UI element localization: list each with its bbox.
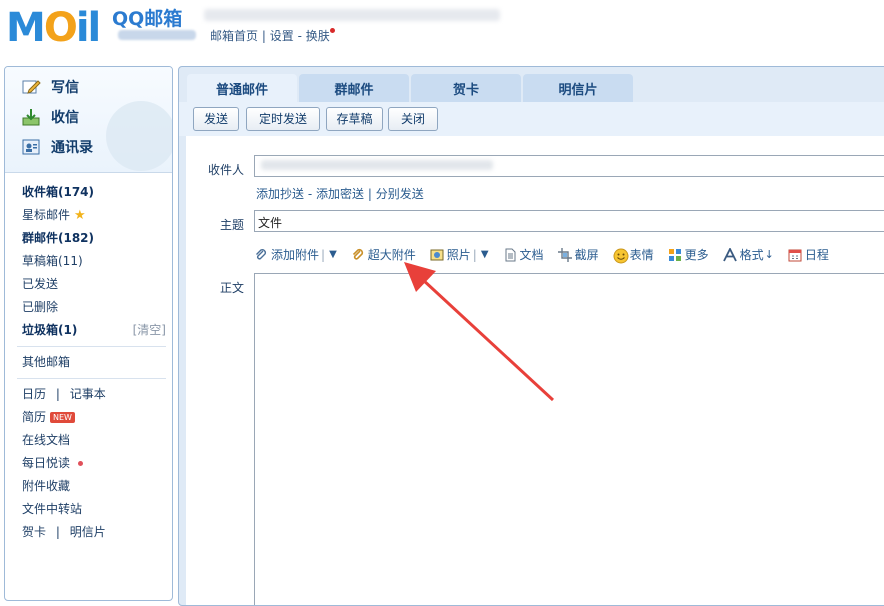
link-settings[interactable]: 设置: [270, 29, 294, 43]
folder-group[interactable]: 群邮件(182): [5, 227, 172, 250]
link-mail-home[interactable]: 邮箱首页: [210, 29, 258, 43]
emoji-icon: [613, 248, 629, 263]
link-attachment-fav[interactable]: 附件收藏: [5, 475, 172, 498]
paperclip-icon: [254, 248, 268, 262]
top-links: 邮箱首页 | 设置 - 换肤: [210, 27, 335, 44]
receive-button[interactable]: 收信: [21, 107, 79, 127]
decorative-penguin: [106, 101, 172, 171]
link-postcard[interactable]: 明信片: [70, 525, 106, 539]
tools-row-calendar: 日历 | 记事本: [22, 387, 106, 401]
logo[interactable]: MOil: [6, 5, 101, 51]
contacts-button[interactable]: 通讯录: [21, 137, 93, 157]
clear-spam-link[interactable]: [清空]: [133, 319, 166, 342]
link-daily-read[interactable]: 每日悦读: [5, 452, 172, 475]
account-blurred: [118, 30, 196, 40]
body-label: 正文: [220, 281, 245, 295]
recipient-blurred: [261, 160, 493, 170]
more-button[interactable]: 更多: [668, 246, 709, 263]
new-badge: NEW: [50, 412, 75, 423]
format-button[interactable]: 格式 ↓: [722, 246, 774, 263]
add-bcc-link[interactable]: 添加密送: [316, 187, 364, 201]
contacts-icon: [21, 138, 41, 156]
receive-label: 收信: [51, 110, 79, 126]
pencil-icon: [21, 78, 41, 96]
folder-spam[interactable]: 垃圾箱(1) [清空]: [5, 319, 172, 342]
cc-links: 添加抄送 - 添加密送 | 分别发送: [256, 187, 424, 201]
subject-value: 文件: [258, 216, 283, 230]
large-attachment-button[interactable]: 超大附件: [351, 246, 416, 263]
folder-list: 收件箱(174) 星标邮件 ★ 群邮件(182) 草稿箱(11) 已发送 已删除 …: [5, 173, 172, 544]
divider: [17, 346, 166, 347]
quick-actions: 写信 收信 通讯录: [5, 67, 172, 173]
star-icon: ★: [74, 208, 86, 223]
inbox-download-icon: [21, 108, 41, 126]
tools-row-card: 贺卡 | 明信片: [22, 525, 106, 539]
link-online-docs[interactable]: 在线文档: [5, 429, 172, 452]
save-draft-button[interactable]: 存草稿: [326, 107, 383, 131]
compose-panel: 普通邮件 群邮件 贺卡 明信片 发送 定时发送 存草稿 关闭 收件人 添加抄送 …: [178, 66, 884, 606]
add-cc-link[interactable]: 添加抄送: [256, 187, 304, 201]
more-grid-icon: [668, 248, 682, 262]
folder-other[interactable]: 其他邮箱: [5, 351, 172, 374]
attachment-toolbar: 添加附件 | ▼ 超大附件 照片 | ▼ 文档 截屏 表情 更多 格式 ↓ 日程: [254, 246, 843, 263]
format-icon: [722, 246, 737, 262]
compose-form: 收件人 添加抄送 - 添加密送 | 分别发送 主题 文件 添加附件 | ▼ 超大附件: [186, 136, 884, 605]
compose-button[interactable]: 写信: [21, 77, 79, 97]
folder-starred[interactable]: 星标邮件 ★: [5, 204, 172, 227]
subject-field[interactable]: 文件: [254, 210, 884, 232]
link-notes[interactable]: 记事本: [70, 387, 106, 401]
divider: [17, 378, 166, 379]
to-field[interactable]: [254, 155, 884, 177]
link-calendar[interactable]: 日历: [22, 387, 46, 401]
send-button[interactable]: 发送: [193, 107, 239, 131]
calendar-icon: [788, 248, 802, 262]
left-sidebar: 写信 收信 通讯录 收件箱(174) 星标邮件 ★ 群邮件(182) 草稿箱(11…: [4, 66, 173, 601]
link-resume[interactable]: 简历 NEW: [5, 406, 172, 429]
chevron-down-icon[interactable]: ▼: [329, 249, 337, 260]
toggle-arrow-icon: ↓: [764, 248, 774, 261]
schedule-button[interactable]: 日程: [788, 246, 829, 263]
separate-send-link[interactable]: 分别发送: [376, 187, 424, 201]
document-icon: [503, 248, 517, 262]
large-attachment-icon: [351, 248, 365, 262]
compose-label: 写信: [51, 80, 79, 96]
subject-label: 主题: [220, 218, 245, 232]
add-attachment-button[interactable]: 添加附件 | ▼: [254, 246, 337, 263]
folder-sent[interactable]: 已发送: [5, 273, 172, 296]
notification-dot: [78, 461, 84, 466]
folder-inbox[interactable]: 收件箱(174): [5, 181, 172, 204]
screenshot-icon: [557, 247, 572, 262]
tab-normal-mail[interactable]: 普通邮件: [187, 74, 297, 102]
folder-drafts[interactable]: 草稿箱(11): [5, 250, 172, 273]
photo-button[interactable]: 照片 | ▼: [430, 246, 489, 263]
body-editor[interactable]: [254, 273, 884, 605]
user-info-blurred: [204, 9, 500, 21]
folder-deleted[interactable]: 已删除: [5, 296, 172, 319]
photo-icon: [430, 248, 444, 262]
close-button[interactable]: 关闭: [388, 107, 438, 131]
brand-name: QQ邮箱: [112, 8, 183, 30]
tab-greeting-card[interactable]: 贺卡: [411, 74, 521, 102]
screenshot-button[interactable]: 截屏: [557, 246, 599, 263]
compose-toolbar: 发送 定时发送 存草稿 关闭: [179, 102, 884, 136]
tab-group-mail[interactable]: 群邮件: [299, 74, 409, 102]
tab-postcard[interactable]: 明信片: [523, 74, 633, 102]
document-button[interactable]: 文档: [503, 246, 544, 263]
notification-dot: [329, 28, 335, 33]
link-file-transfer[interactable]: 文件中转站: [5, 498, 172, 521]
link-card[interactable]: 贺卡: [22, 525, 46, 539]
contacts-label: 通讯录: [51, 140, 93, 156]
to-label: 收件人: [208, 163, 245, 177]
compose-tabs: 普通邮件 群邮件 贺卡 明信片: [187, 74, 635, 102]
scheduled-send-button[interactable]: 定时发送: [246, 107, 320, 131]
emoji-button[interactable]: 表情: [613, 246, 654, 263]
logo-text: MOil: [6, 5, 101, 51]
link-skin[interactable]: 换肤: [306, 29, 330, 43]
chevron-down-icon[interactable]: ▼: [481, 249, 489, 260]
header: MOil QQ邮箱 邮箱首页 | 设置 - 换肤: [0, 0, 884, 62]
